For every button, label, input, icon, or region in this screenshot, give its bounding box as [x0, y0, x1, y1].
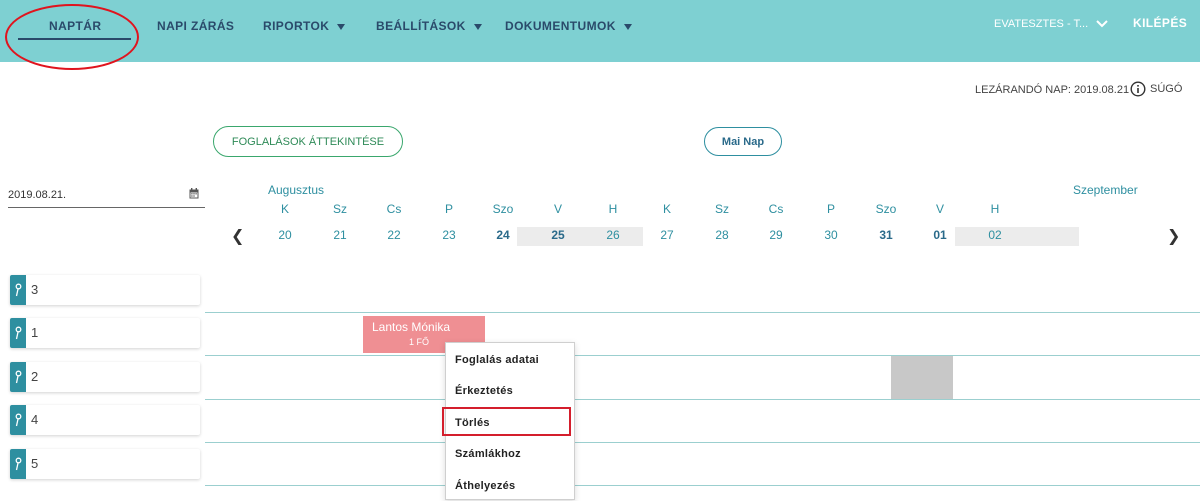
next-arrow-icon[interactable]: ❯: [1167, 226, 1180, 246]
prev-arrow-icon[interactable]: ❮: [231, 226, 244, 246]
day-of-week-label: V: [553, 202, 562, 216]
room-label[interactable]: 3: [10, 275, 200, 305]
day-of-week-label: P: [826, 202, 835, 216]
date-picker-input[interactable]: 2019.08.21.: [8, 186, 205, 208]
nav-beallitasok-label: BEÁLLÍTÁSOK: [376, 19, 466, 33]
day-number[interactable]: 31: [864, 228, 908, 242]
info-icon: [1130, 81, 1146, 97]
room-number: 4: [31, 412, 39, 427]
day-number[interactable]: 20: [263, 228, 307, 242]
annotation-highlight-box: [442, 407, 571, 436]
row-divider: [205, 312, 1200, 313]
room-label[interactable]: 2: [10, 362, 200, 392]
day-of-week-label: Szo: [492, 202, 514, 216]
day-number[interactable]: 24: [481, 228, 525, 242]
caret-down-icon: [473, 23, 482, 30]
row-divider: [205, 399, 1200, 400]
day-number[interactable]: 25: [536, 228, 580, 242]
menu-item-check-in[interactable]: Érkeztetés: [455, 385, 513, 397]
day-of-week-label: K: [280, 202, 289, 216]
day-number[interactable]: 28: [700, 228, 744, 242]
nav-dokumentumok[interactable]: DOKUMENTUMOK: [505, 19, 632, 33]
key-icon: [10, 362, 26, 392]
day-number[interactable]: 23: [427, 228, 471, 242]
annotation-ellipse: [5, 4, 139, 70]
day-of-week-label: V: [935, 202, 944, 216]
day-number[interactable]: 22: [372, 228, 416, 242]
room-label[interactable]: 5: [10, 449, 200, 479]
user-menu[interactable]: EVATESZTES - T...: [994, 18, 1108, 30]
user-name: EVATESZTES - T...: [994, 18, 1089, 30]
day-of-week-label: Sz: [332, 202, 347, 216]
booking-guest-name: Lantos Mónika: [372, 320, 451, 334]
day-number[interactable]: 01: [918, 228, 962, 242]
day-number[interactable]: 29: [754, 228, 798, 242]
room-label[interactable]: 4: [10, 405, 200, 435]
logout-button[interactable]: KILÉPÉS: [1133, 16, 1187, 30]
key-icon: [10, 318, 26, 348]
help-label: SÚGÓ: [1150, 83, 1183, 95]
day-of-week-label: Sz: [714, 202, 729, 216]
key-icon: [10, 405, 26, 435]
unavailable-cell: [891, 356, 953, 399]
room-label[interactable]: 1: [10, 318, 200, 348]
nav-napi-zaras[interactable]: NAPI ZÁRÁS: [157, 19, 234, 33]
nav-beallitasok[interactable]: BEÁLLÍTÁSOK: [376, 19, 482, 33]
top-navigation-bar: NAPTÁR NAPI ZÁRÁS RIPORTOK BEÁLLÍTÁSOK D…: [0, 0, 1200, 62]
row-divider: [205, 442, 1200, 443]
caret-down-icon: [337, 23, 346, 30]
day-of-week-label: Cs: [386, 202, 402, 216]
calendar-icon: [189, 188, 199, 199]
day-of-week-label: Cs: [768, 202, 784, 216]
help-link[interactable]: SÚGÓ: [1130, 81, 1182, 97]
chevron-down-icon: [1096, 20, 1108, 28]
day-number[interactable]: 27: [645, 228, 689, 242]
room-number: 5: [31, 456, 39, 471]
key-icon: [10, 449, 26, 479]
day-of-week-label: H: [990, 202, 1000, 216]
booking-guest-count: 1 FŐ: [409, 337, 430, 347]
day-of-week-label: H: [608, 202, 618, 216]
row-divider: [205, 485, 1200, 486]
room-number: 3: [31, 282, 39, 297]
close-day-label: LEZÁRANDÓ NAP: 2019.08.21: [975, 84, 1130, 96]
nav-dokumentumok-label: DOKUMENTUMOK: [505, 19, 616, 33]
room-number: 1: [31, 325, 39, 340]
today-button[interactable]: Mai Nap: [704, 127, 782, 156]
month-label: Augusztus: [268, 183, 325, 197]
day-number[interactable]: 30: [809, 228, 853, 242]
caret-down-icon: [623, 23, 632, 30]
day-number[interactable]: 21: [318, 228, 362, 242]
room-number: 2: [31, 369, 39, 384]
row-divider: [205, 355, 1200, 356]
day-number[interactable]: 02: [973, 228, 1017, 242]
bookings-overview-button[interactable]: FOGLALÁSOK ÁTTEKINTÉSE: [213, 126, 403, 157]
day-number[interactable]: 26: [591, 228, 635, 242]
menu-item-invoices[interactable]: Számlákhoz: [455, 448, 521, 460]
nav-riportok[interactable]: RIPORTOK: [263, 19, 346, 33]
day-of-week-label: K: [662, 202, 671, 216]
menu-item-booking-details[interactable]: Foglalás adatai: [455, 354, 539, 366]
month-label: Szeptember: [1073, 183, 1138, 197]
nav-riportok-label: RIPORTOK: [263, 19, 330, 33]
date-value: 2019.08.21.: [8, 189, 67, 201]
day-of-week-label: P: [444, 202, 453, 216]
day-of-week-label: Szo: [875, 202, 897, 216]
key-icon: [10, 275, 26, 305]
menu-item-move[interactable]: Áthelyezés: [455, 480, 515, 492]
nav-napi-zaras-label: NAPI ZÁRÁS: [157, 19, 235, 33]
